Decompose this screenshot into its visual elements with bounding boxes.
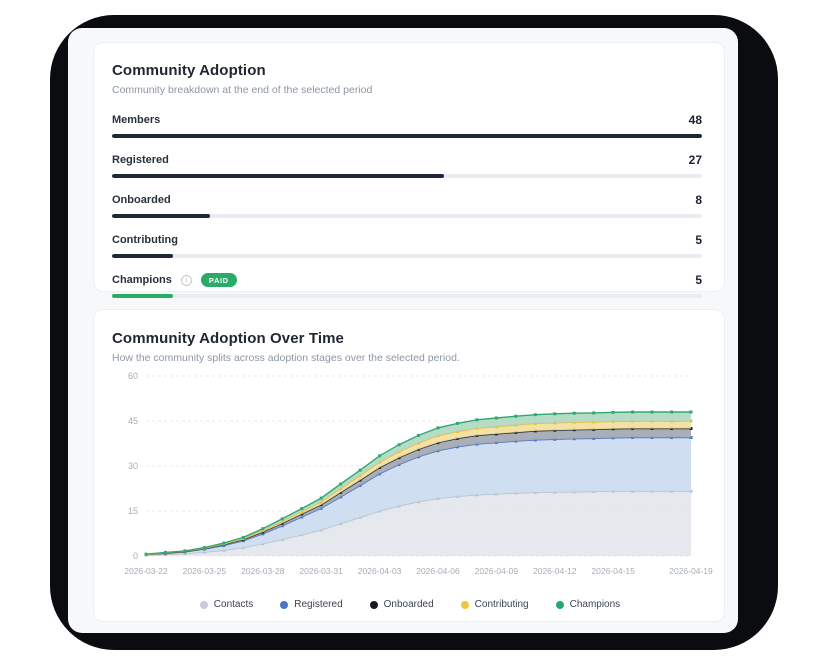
legend-item-contributing[interactable]: Contributing <box>461 599 529 610</box>
progress-fill <box>112 174 444 178</box>
card-subtitle: How the community splits across adoption… <box>94 352 724 364</box>
page: Community Adoption Community breakdown a… <box>0 0 840 670</box>
legend-item-registered[interactable]: Registered <box>280 599 342 610</box>
metric-value: 48 <box>689 113 702 127</box>
progress-fill <box>112 254 173 258</box>
svg-text:30: 30 <box>128 461 138 471</box>
metric-row-onboarded: Onboarded 8 <box>112 193 702 218</box>
community-adoption-card: Community Adoption Community breakdown a… <box>93 42 725 292</box>
contacts-dot-icon <box>200 601 208 609</box>
metric-label: Onboarded <box>112 194 171 206</box>
progress-fill <box>112 214 210 218</box>
metric-row-contributing: Contributing 5 <box>112 233 702 258</box>
svg-text:45: 45 <box>128 416 138 426</box>
chart-canvas: 0 15 30 45 60 2026-03-22 2026-03-25 2026-03-28 2… <box>94 368 726 583</box>
metric-value: 5 <box>695 273 702 287</box>
legend-label: Registered <box>294 599 342 610</box>
registered-dot-icon <box>280 601 288 609</box>
svg-text:2026-03-25: 2026-03-25 <box>183 566 227 576</box>
paid-badge: PAID <box>201 273 237 287</box>
metric-label: Registered <box>112 154 169 166</box>
legend-label: Champions <box>570 599 621 610</box>
metric-list: Members 48 Registered 27 Onboarded 8 <box>112 113 702 298</box>
metric-value: 27 <box>689 153 702 167</box>
svg-text:2026-04-09: 2026-04-09 <box>475 566 519 576</box>
svg-text:2026-03-31: 2026-03-31 <box>299 566 343 576</box>
legend-label: Contributing <box>475 599 529 610</box>
svg-text:2026-03-22: 2026-03-22 <box>124 566 168 576</box>
champions-dot-icon <box>556 601 564 609</box>
progress-track <box>112 214 702 218</box>
metric-value: 8 <box>695 193 702 207</box>
chart-legend: Contacts Registered Onboarded Contributi… <box>94 599 726 610</box>
legend-item-champions[interactable]: Champions <box>556 599 621 610</box>
svg-text:2026-03-28: 2026-03-28 <box>241 566 285 576</box>
progress-track <box>112 134 702 138</box>
stacked-area-chart[interactable]: 0 15 30 45 60 2026-03-22 2026-03-25 2026-03-28 2… <box>94 368 726 583</box>
legend-label: Contacts <box>214 599 253 610</box>
metric-row-members: Members 48 <box>112 113 702 138</box>
metric-value: 5 <box>695 233 702 247</box>
contributing-dot-icon <box>461 601 469 609</box>
legend-label: Onboarded <box>384 599 434 610</box>
progress-track <box>112 294 702 298</box>
progress-fill <box>112 294 173 298</box>
legend-item-onboarded[interactable]: Onboarded <box>370 599 434 610</box>
onboarded-dot-icon <box>370 601 378 609</box>
svg-text:15: 15 <box>128 506 138 516</box>
progress-track <box>112 174 702 178</box>
info-icon[interactable]: i <box>181 275 192 286</box>
metric-label: Members <box>112 114 160 126</box>
svg-text:0: 0 <box>133 551 138 561</box>
svg-text:2026-04-12: 2026-04-12 <box>533 566 577 576</box>
metric-row-champions: Champions i PAID 5 <box>112 273 702 298</box>
svg-text:60: 60 <box>128 371 138 381</box>
svg-text:2026-04-19: 2026-04-19 <box>669 566 713 576</box>
card-title: Community Adoption Over Time <box>94 330 724 347</box>
card-subtitle: Community breakdown at the end of the se… <box>112 84 702 96</box>
adoption-over-time-card: Community Adoption Over Time How the com… <box>93 309 725 622</box>
progress-track <box>112 254 702 258</box>
progress-fill <box>112 134 702 138</box>
svg-text:2026-04-15: 2026-04-15 <box>591 566 635 576</box>
metric-row-registered: Registered 27 <box>112 153 702 178</box>
svg-text:2026-04-06: 2026-04-06 <box>416 566 460 576</box>
metric-label: Contributing <box>112 234 178 246</box>
card-title: Community Adoption <box>112 62 702 79</box>
svg-text:2026-04-03: 2026-04-03 <box>358 566 402 576</box>
legend-item-contacts[interactable]: Contacts <box>200 599 253 610</box>
metric-label: Champions <box>112 274 172 286</box>
